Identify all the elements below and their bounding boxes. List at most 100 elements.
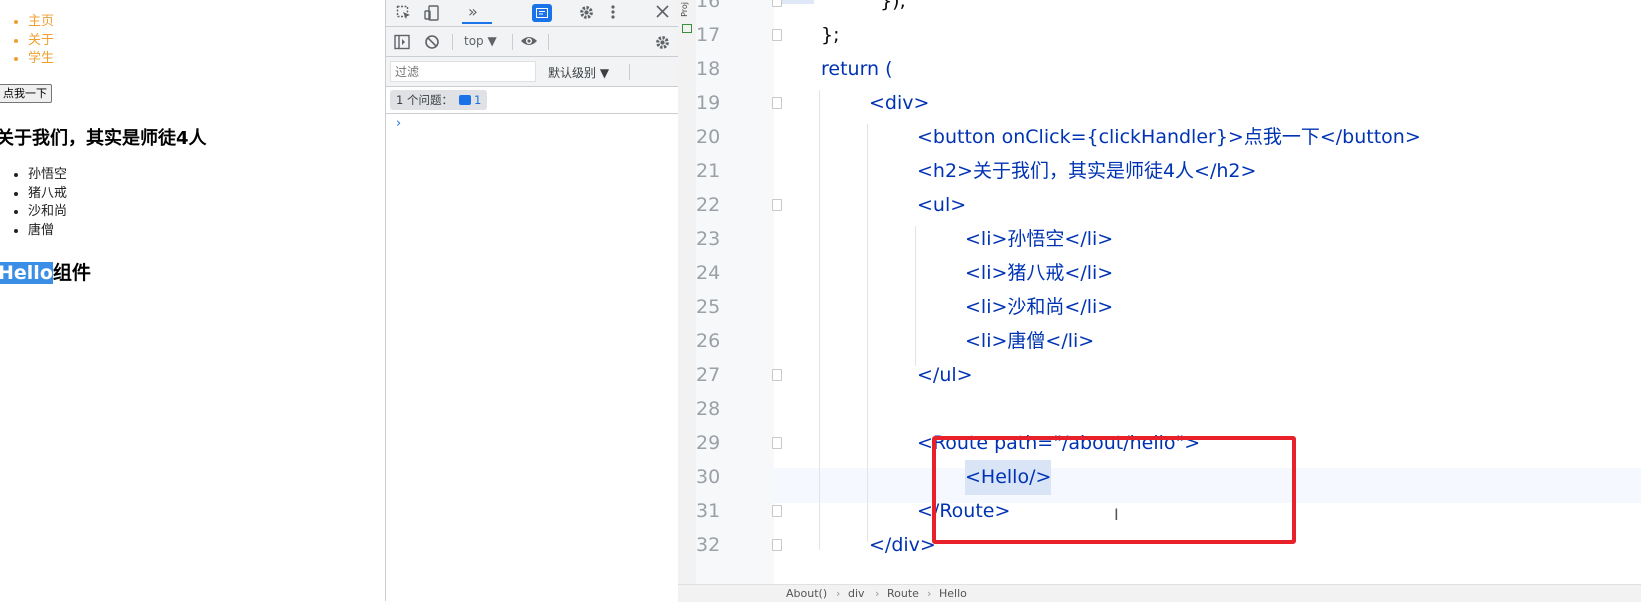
browser-page: 主页 关于 学生 点我一下 关于我们，其实是师徒4人 孙悟空 猪八戒 沙和尚 唐…: [0, 0, 385, 601]
code-line: 23 <li>孙悟空</li>: [678, 222, 1623, 257]
line-number: 31: [696, 500, 721, 522]
issues-bar: 1 个问题： 1: [386, 87, 678, 114]
text-cursor-icon: I: [1114, 505, 1119, 524]
divider: [452, 34, 453, 50]
console-toolbar: top ▼: [386, 27, 678, 57]
line-number: 20: [696, 126, 721, 148]
breadcrumb: About() › div › Route › Hello: [678, 584, 1641, 602]
issues-count: 1: [473, 93, 482, 107]
code-line: 27 </ul>: [678, 358, 1623, 393]
line-number: 25: [696, 296, 721, 318]
code-text: };: [821, 24, 840, 46]
issues-button[interactable]: 1 个问题： 1: [390, 90, 488, 110]
fold-marker-icon[interactable]: [772, 97, 782, 109]
clear-console-icon[interactable]: [424, 34, 440, 53]
selected-text: Hello: [0, 262, 53, 284]
fold-marker-icon[interactable]: [772, 369, 782, 381]
hello-component-heading: Hello组件: [0, 258, 91, 285]
console-prompt[interactable]: ›: [396, 116, 401, 131]
breadcrumb-item[interactable]: Hello: [939, 585, 967, 602]
devtools-panel: » top ▼ 默认级别 ▼: [385, 0, 678, 601]
fold-marker-icon[interactable]: [772, 539, 782, 551]
line-number: 21: [696, 160, 721, 182]
line-number: 24: [696, 262, 721, 284]
device-toolbar-icon[interactable]: [424, 5, 440, 24]
code-text: <ul>: [917, 194, 967, 216]
code-text: <button onClick={clickHandler}>点我一下</but…: [917, 126, 1421, 148]
list-item: 孙悟空: [28, 166, 67, 185]
nav-link-about[interactable]: 关于: [28, 32, 54, 51]
divider: [548, 34, 549, 50]
code-text: <li>猪八戒</li>: [965, 262, 1114, 284]
line-number: 26: [696, 330, 721, 352]
breadcrumb-separator: ›: [836, 587, 841, 600]
click-me-button[interactable]: 点我一下: [0, 84, 52, 103]
code-line: 28: [678, 392, 1623, 427]
list-item: 沙和尚: [28, 203, 67, 222]
code-line: 26 <li>唐僧</li>: [678, 324, 1623, 359]
divider: [629, 64, 630, 80]
code-line: 22 <ul>: [678, 188, 1623, 223]
context-selector[interactable]: top ▼: [464, 34, 497, 48]
fold-marker-icon[interactable]: [772, 0, 782, 7]
line-number: 29: [696, 432, 721, 454]
fold-marker-icon[interactable]: [772, 29, 782, 41]
breadcrumb-item[interactable]: About(): [786, 585, 827, 602]
live-expression-eye-icon[interactable]: [520, 34, 538, 51]
line-number: 18: [696, 58, 721, 80]
devtools-tabbar: »: [386, 0, 678, 27]
log-levels-dropdown[interactable]: 默认级别 ▼: [548, 64, 609, 81]
filter-input[interactable]: [390, 61, 536, 82]
code-line: 20 <button onClick={clickHandler}>点我一下</…: [678, 120, 1623, 155]
members-list: 孙悟空 猪八戒 沙和尚 唐僧: [10, 166, 67, 240]
code-text: });: [868, 0, 906, 12]
kebab-menu-icon[interactable]: [610, 4, 616, 23]
breadcrumb-separator: ›: [875, 587, 880, 600]
code-text: <div>: [869, 92, 930, 114]
issue-message-icon: [458, 95, 471, 105]
sidebar-toggle-icon[interactable]: [394, 34, 410, 53]
nav-list: 主页 关于 学生: [10, 13, 54, 69]
line-number: 22: [696, 194, 721, 216]
code-text: <li>沙和尚</li>: [965, 296, 1114, 318]
code-text: <li>唐僧</li>: [965, 330, 1095, 352]
filter-bar: 默认级别 ▼: [386, 57, 678, 87]
active-tab-indicator: [462, 22, 492, 24]
breadcrumb-item[interactable]: Route: [887, 585, 919, 602]
about-heading: 关于我们，其实是师徒4人: [0, 128, 207, 149]
code-line: 18 return (: [678, 52, 1623, 87]
line-number: 23: [696, 228, 721, 250]
line-number: 17: [696, 24, 721, 46]
code-line: 21 <h2>关于我们，其实是师徒4人</h2>: [678, 154, 1623, 189]
close-icon[interactable]: [656, 5, 669, 21]
line-number: 32: [696, 534, 721, 556]
line-number: 28: [696, 398, 721, 420]
red-highlight-box: [932, 436, 1296, 544]
nav-link-students[interactable]: 学生: [28, 50, 54, 69]
list-item: 猪八戒: [28, 185, 67, 204]
breadcrumb-item[interactable]: div: [848, 585, 865, 602]
line-number: 30: [696, 466, 721, 488]
settings-gear-icon[interactable]: [578, 4, 595, 24]
code-line: 25 <li>沙和尚</li>: [678, 290, 1623, 325]
issues-badge: 1: [458, 90, 482, 110]
more-tabs-icon[interactable]: »: [468, 4, 478, 20]
divider: [512, 34, 513, 50]
nav-link-home[interactable]: 主页: [28, 13, 54, 32]
list-item: 唐僧: [28, 222, 67, 241]
inspect-element-icon[interactable]: [396, 5, 412, 24]
hello-heading-rest: 组件: [52, 262, 91, 284]
fold-marker-icon[interactable]: [772, 505, 782, 517]
code-text: <li>孙悟空</li>: [965, 228, 1114, 250]
line-number: 16: [696, 0, 721, 12]
fold-marker-icon[interactable]: [772, 437, 782, 449]
messages-icon[interactable]: [532, 4, 552, 22]
line-number: 19: [696, 92, 721, 114]
code-line: 19 <div>: [678, 86, 1623, 121]
code-text: </div>: [869, 534, 936, 556]
fold-marker-icon[interactable]: [772, 199, 782, 211]
code-line: 16 });: [678, 0, 1623, 19]
console-settings-gear-icon[interactable]: [654, 34, 671, 54]
code-line: 17 };: [678, 18, 1623, 53]
code-line: 24 <li>猪八戒</li>: [678, 256, 1623, 291]
